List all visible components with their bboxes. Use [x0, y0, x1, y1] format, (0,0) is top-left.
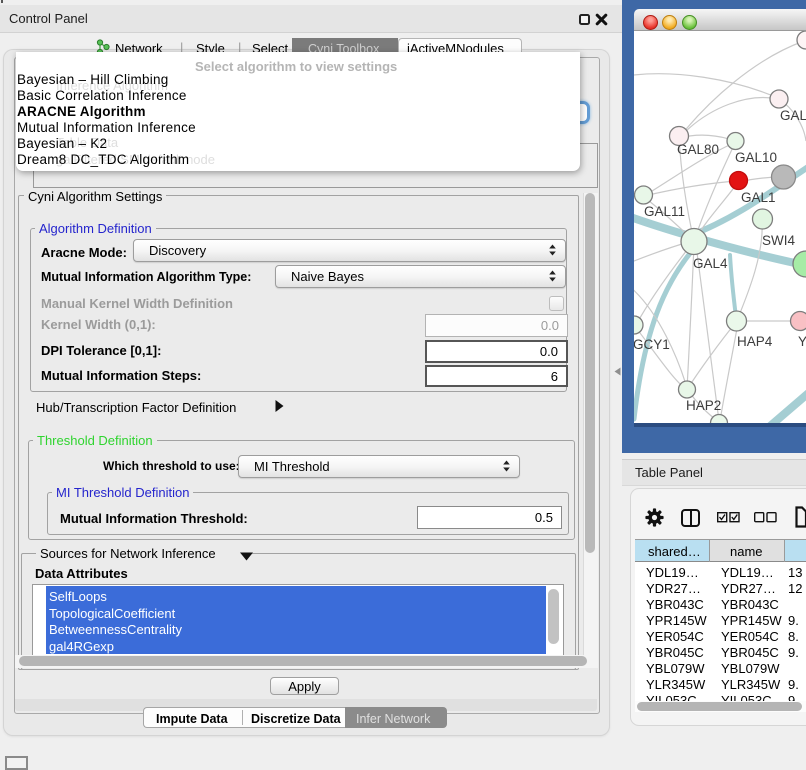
- svg-text:HAP4: HAP4: [737, 334, 773, 349]
- svg-text:HAP2: HAP2: [686, 398, 721, 413]
- svg-text:GCY1: GCY1: [634, 337, 670, 352]
- svg-text:GAL1: GAL1: [741, 190, 776, 205]
- svg-text:Y: Y: [798, 334, 806, 349]
- svg-text:SWI4: SWI4: [762, 233, 795, 248]
- svg-text:GAL: GAL: [780, 108, 806, 123]
- svg-text:GAL11: GAL11: [644, 204, 685, 219]
- svg-text:GAL10: GAL10: [735, 150, 777, 165]
- svg-text:GAL4: GAL4: [693, 256, 728, 271]
- svg-text:GAL80: GAL80: [677, 142, 719, 157]
